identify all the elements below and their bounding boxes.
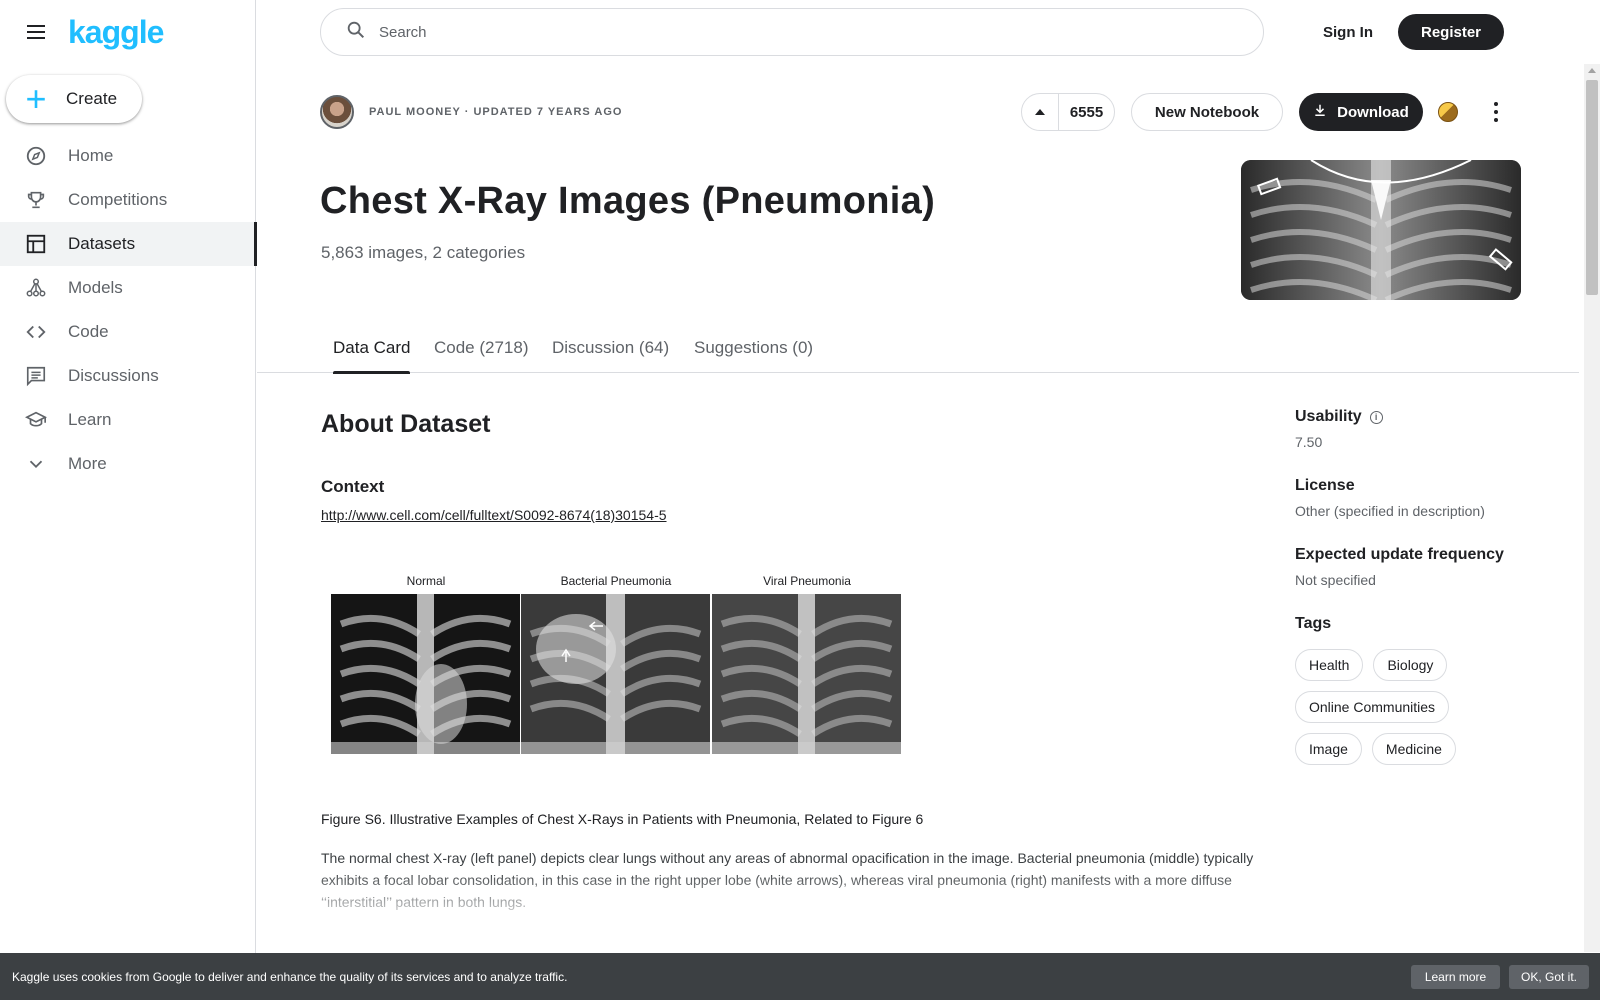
author-row: PAUL MOONEY · UPDATED 7 YEARS AGO bbox=[320, 95, 622, 129]
sidebar-item-label: Discussions bbox=[68, 366, 159, 385]
tab-data-card[interactable]: Data Card bbox=[333, 330, 411, 374]
tag-chip[interactable]: Health bbox=[1295, 649, 1364, 681]
dataset-cover-image bbox=[1241, 160, 1521, 300]
sidebar: kaggle + Create Home Competitions Datase… bbox=[0, 0, 257, 1000]
compass-icon bbox=[24, 144, 48, 168]
xray-image-normal bbox=[331, 594, 520, 754]
upvote-button[interactable] bbox=[1022, 93, 1059, 131]
models-icon bbox=[24, 276, 48, 300]
sidebar-item-models[interactable]: Models bbox=[0, 266, 256, 310]
dataset-subtitle: 5,863 images, 2 categories bbox=[321, 243, 526, 262]
sidebar-item-label: Competitions bbox=[68, 190, 168, 209]
context-heading: Context bbox=[321, 477, 385, 496]
about-heading: About Dataset bbox=[321, 410, 491, 438]
sidebar-item-discussions[interactable]: Discussions bbox=[0, 354, 256, 398]
medal-icon bbox=[1438, 102, 1458, 122]
usability-heading: Usability i bbox=[1295, 408, 1555, 426]
sidebar-item-label: Models bbox=[68, 278, 123, 297]
update-frequency-value: Not specified bbox=[1295, 572, 1376, 588]
dataset-meta: PAUL MOONEY · UPDATED 7 YEARS AGO bbox=[369, 106, 623, 118]
create-label: Create bbox=[66, 89, 118, 108]
comments-icon bbox=[24, 364, 48, 388]
tag-chip[interactable]: Online Communities bbox=[1295, 691, 1450, 723]
plus-icon: + bbox=[25, 78, 47, 119]
vote-widget: 6555 bbox=[1021, 93, 1115, 131]
cookie-ok-button[interactable]: OK, Got it. bbox=[1509, 965, 1589, 989]
info-icon[interactable]: i bbox=[1369, 410, 1383, 424]
sidebar-item-label: Learn bbox=[68, 410, 112, 429]
search-icon bbox=[345, 19, 367, 46]
kaggle-logo[interactable]: kaggle bbox=[68, 14, 164, 51]
table-icon bbox=[24, 232, 48, 256]
scrollbar-thumb[interactable] bbox=[1586, 80, 1598, 295]
trophy-icon bbox=[24, 188, 48, 212]
xray-image-bacterial bbox=[521, 594, 710, 754]
search-bar[interactable] bbox=[320, 8, 1264, 56]
content-fade bbox=[321, 870, 1261, 940]
new-notebook-button[interactable]: New Notebook bbox=[1131, 93, 1283, 131]
sidebar-item-label: Datasets bbox=[68, 234, 136, 253]
figure-label-bacterial: Bacterial Pneumonia bbox=[560, 574, 672, 588]
xray-figure: Normal Bacterial Pneumonia Viral Pneumon… bbox=[331, 574, 903, 754]
tab-bar: Data Card Code (2718) Discussion (64) Su… bbox=[257, 330, 1579, 374]
tag-chip[interactable]: Image bbox=[1295, 733, 1362, 765]
code-icon bbox=[24, 320, 48, 344]
caret-up-icon bbox=[1035, 109, 1045, 115]
sidebar-item-competitions[interactable]: Competitions bbox=[0, 178, 256, 222]
scroll-up-arrow[interactable] bbox=[1588, 68, 1596, 73]
tab-code[interactable]: Code (2718) bbox=[434, 330, 529, 373]
license-heading: License bbox=[1295, 477, 1355, 494]
dataset-sidebar: Usability i 7.50 License Other (specifie… bbox=[1295, 408, 1555, 765]
usability-value: 7.50 bbox=[1295, 434, 1323, 450]
cookie-text: Kaggle uses cookies from Google to deliv… bbox=[12, 969, 568, 984]
create-button[interactable]: + Create bbox=[6, 75, 142, 123]
tags-heading: Tags bbox=[1295, 615, 1332, 632]
usability-label: Usability bbox=[1295, 408, 1362, 425]
more-options-icon[interactable] bbox=[1490, 100, 1502, 124]
context-link[interactable]: http://www.cell.com/cell/fulltext/S0092-… bbox=[321, 507, 667, 523]
xray-image-viral bbox=[712, 594, 901, 754]
chevron-down-icon bbox=[24, 452, 48, 476]
register-button[interactable]: Register bbox=[1398, 14, 1504, 50]
figure-label-normal: Normal bbox=[406, 574, 446, 588]
school-icon bbox=[24, 408, 48, 432]
tag-chip[interactable]: Biology bbox=[1373, 649, 1448, 681]
scrollbar[interactable] bbox=[1584, 64, 1600, 952]
tab-discussion[interactable]: Discussion (64) bbox=[552, 330, 669, 373]
update-frequency-heading: Expected update frequency bbox=[1295, 546, 1504, 563]
sign-in-button[interactable]: Sign In bbox=[1306, 14, 1390, 50]
cookie-banner: Kaggle uses cookies from Google to deliv… bbox=[0, 953, 1600, 1000]
search-input[interactable] bbox=[379, 23, 1199, 41]
avatar[interactable] bbox=[320, 95, 354, 129]
sidebar-item-learn[interactable]: Learn bbox=[0, 398, 256, 442]
download-button[interactable]: Download bbox=[1299, 93, 1423, 131]
sidebar-item-label: Code bbox=[68, 322, 109, 341]
sidebar-item-label: More bbox=[68, 454, 107, 473]
menu-icon[interactable] bbox=[24, 20, 48, 44]
download-icon bbox=[1313, 103, 1327, 121]
figure-caption: Figure S6. Illustrative Examples of Ches… bbox=[321, 811, 924, 827]
tag-chip[interactable]: Medicine bbox=[1371, 733, 1456, 765]
sidebar-item-code[interactable]: Code bbox=[0, 310, 256, 354]
license-value: Other (specified in description) bbox=[1295, 503, 1485, 519]
figure-label-viral: Viral Pneumonia bbox=[763, 574, 851, 588]
learn-more-button[interactable]: Learn more bbox=[1411, 965, 1500, 989]
sidebar-nav: Home Competitions Datasets Models Code D… bbox=[0, 134, 257, 486]
tab-suggestions[interactable]: Suggestions (0) bbox=[694, 330, 813, 373]
sidebar-item-datasets[interactable]: Datasets bbox=[0, 222, 257, 266]
sidebar-item-home[interactable]: Home bbox=[0, 134, 256, 178]
vote-count[interactable]: 6555 bbox=[1059, 104, 1114, 121]
sidebar-header: kaggle bbox=[0, 0, 255, 64]
tag-list: Health Biology Online Communities Image … bbox=[1295, 649, 1515, 765]
download-label: Download bbox=[1337, 103, 1409, 121]
page-title: Chest X-Ray Images (Pneumonia) bbox=[320, 180, 936, 222]
sidebar-item-label: Home bbox=[68, 146, 114, 165]
sidebar-item-more[interactable]: More bbox=[0, 442, 256, 486]
